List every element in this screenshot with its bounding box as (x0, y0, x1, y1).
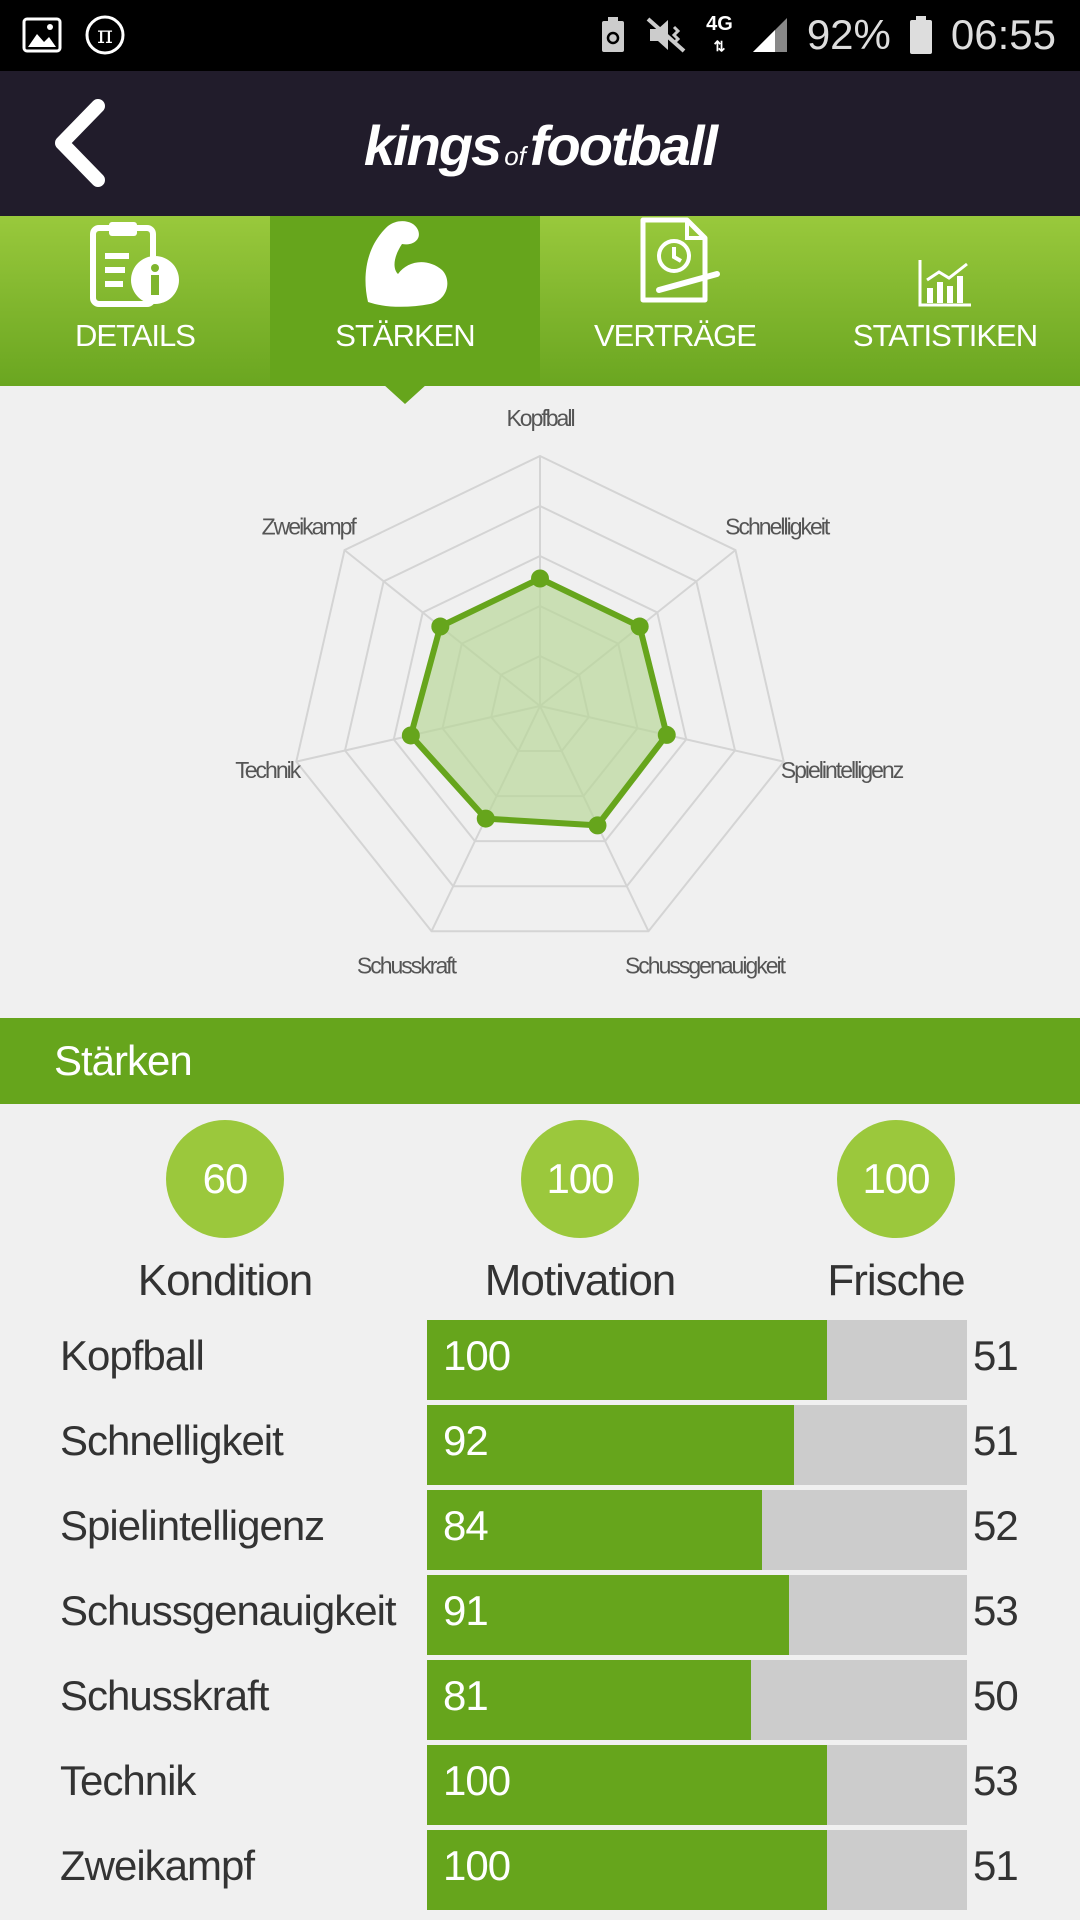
battery-icon (909, 16, 932, 54)
stat-circle: 100 (521, 1120, 639, 1238)
bar-track: 81 (427, 1660, 967, 1740)
flexed-bicep-icon (365, 221, 448, 307)
bar-max-value: 84 (443, 1502, 489, 1549)
bar-max-value: 92 (443, 1417, 489, 1464)
bar-current-value: 51 (973, 1842, 1019, 1889)
network-type: 4G ⇅ (706, 13, 733, 54)
clipboard-info-icon (90, 222, 179, 307)
radar-point (431, 617, 450, 636)
battery-saver-icon (602, 17, 625, 52)
bar-row-zweikampf: Zweikampf 100 51 (0, 1830, 1080, 1910)
bar-max-value: 100 (443, 1757, 511, 1804)
radar-axis-label: Zweikampf (262, 513, 358, 539)
bar-row-kopfball: Kopfball 100 51 (0, 1320, 1080, 1400)
radar-series-area (407, 575, 670, 829)
image-icon (22, 17, 62, 53)
bar-label: Schusskraft (60, 1672, 269, 1719)
bar-track: 84 (427, 1490, 967, 1570)
stat-label: Frische (827, 1256, 965, 1305)
bar-current-value: 52 (973, 1502, 1019, 1549)
tab-statistiken[interactable]: STATISTIKEN (810, 216, 1080, 386)
bar-chart-icon (918, 260, 971, 307)
radar-point (588, 816, 607, 835)
tab-staerken[interactable]: STÄRKEN (270, 216, 540, 404)
bar-current-value: 53 (973, 1757, 1019, 1804)
tab-label: STATISTIKEN (852, 318, 1038, 353)
tab-details[interactable]: DETAILS (0, 216, 270, 386)
bar-row-schnelligkeit: Schnelligkeit 92 51 (0, 1405, 1080, 1485)
bar-row-schusskraft: Schusskraft 81 50 (0, 1660, 1080, 1740)
tab-bar: DETAILS STÄRKEN VERTRÄGE STATISTIKEN (0, 216, 1080, 404)
radar-axis-label: Technik (235, 757, 301, 783)
radar-point (476, 809, 495, 828)
stat-kondition: 60 Kondition (75, 1120, 375, 1306)
stat-circle: 100 (837, 1120, 955, 1238)
bar-track: 100 (427, 1830, 967, 1910)
stat-label: Motivation (484, 1256, 677, 1305)
tab-label: DETAILS (75, 318, 196, 353)
bar-track: 100 (427, 1320, 967, 1400)
bar-label: Spielintelligenz (60, 1502, 325, 1549)
bar-track: 92 (427, 1405, 967, 1485)
radar-axis-label: Schussgenauigkeit (625, 952, 787, 978)
clock: 06:55 (950, 11, 1056, 58)
bar-current-value: 51 (973, 1417, 1019, 1464)
bar-max-value: 91 (443, 1587, 489, 1634)
app-header: kings offootball (0, 71, 1080, 216)
stat-frische: 100 Frische (746, 1120, 1046, 1306)
bar-label: Technik (60, 1757, 196, 1804)
signal-icon (752, 18, 787, 52)
radar-point (630, 617, 649, 636)
section-header: Stärken (0, 1018, 1080, 1104)
bar-row-spielintelligenz: Spielintelligenz 84 52 (0, 1490, 1080, 1570)
bar-track: 91 (427, 1575, 967, 1655)
radar-chart: Kopfball Schnelligkeit Spielintelligenz Sch… (235, 405, 905, 978)
radar-axis-label: Kopfball (506, 405, 574, 431)
mute-vibrate-icon (646, 17, 686, 53)
bar-current-value: 50 (973, 1672, 1019, 1719)
bar-label: Schussgenauigkeit (60, 1587, 397, 1634)
status-bar: π 4G ⇅ 92% 06:55 (0, 0, 1080, 71)
radar-axis-label: Spielintelligenz (781, 757, 904, 783)
radar-axis-label: Schusskraft (357, 952, 458, 978)
stat-circle: 60 (166, 1120, 284, 1238)
radar-axis-label: Schnelligkeit (725, 513, 831, 539)
pi-icon: π (85, 15, 125, 55)
radar-point (531, 569, 549, 588)
bar-row-schussgenauigkeit: Schussgenauigkeit 91 53 (0, 1575, 1080, 1655)
contract-clock-icon (640, 217, 720, 303)
bar-row-technik: Technik 100 53 (0, 1745, 1080, 1825)
bar-label: Zweikampf (60, 1842, 255, 1889)
bar-label: Schnelligkeit (60, 1417, 284, 1464)
battery-percent: 92% (806, 11, 891, 58)
stat-label: Kondition (137, 1256, 313, 1305)
bar-track: 100 (427, 1745, 967, 1825)
radar-point (401, 726, 420, 745)
bar-label: Kopfball (60, 1332, 205, 1379)
radar-point (657, 725, 676, 744)
bar-max-value: 100 (443, 1842, 511, 1889)
stat-motivation: 100 Motivation (430, 1120, 730, 1306)
tab-label: STÄRKEN (335, 318, 475, 353)
bar-current-value: 51 (973, 1332, 1019, 1379)
tab-label: VERTRÄGE (594, 318, 757, 353)
bar-current-value: 53 (973, 1587, 1019, 1634)
app-logo: kings offootball (363, 114, 718, 177)
bar-max-value: 81 (443, 1672, 489, 1719)
radar-chart-area: Kopfball Schnelligkeit Spielintelligenz Sch… (0, 386, 1080, 1018)
tab-vertraege[interactable]: VERTRÄGE (540, 216, 810, 386)
bar-max-value: 100 (443, 1332, 511, 1379)
svg-text:π: π (97, 21, 113, 49)
